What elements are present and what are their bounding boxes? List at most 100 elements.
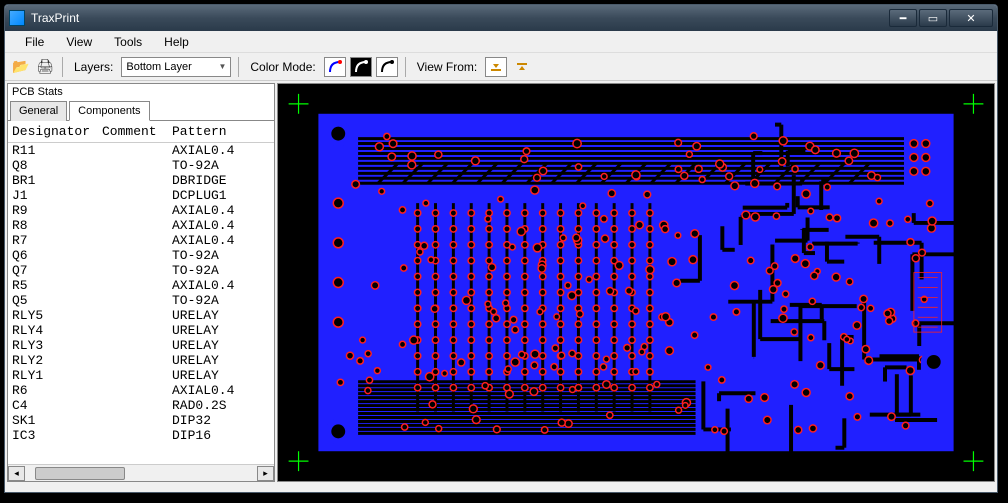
minimize-button[interactable]: ━ (889, 9, 917, 27)
pcb-viewport[interactable] (277, 83, 995, 482)
tab-components[interactable]: Components (69, 101, 149, 121)
cell-pattern: TO-92A (172, 248, 270, 263)
cell-designator: C4 (12, 398, 102, 413)
horizontal-scrollbar[interactable]: ◂ ▸ (8, 464, 274, 481)
cell-comment (102, 278, 172, 293)
cell-pattern: RAD0.2S (172, 398, 270, 413)
menu-help[interactable]: Help (154, 33, 199, 51)
cell-comment (102, 203, 172, 218)
table-row[interactable]: Q7TO-92A (8, 263, 274, 278)
cell-designator: RLY3 (12, 338, 102, 353)
cell-pattern: DIP16 (172, 428, 270, 443)
cell-designator: RLY1 (12, 368, 102, 383)
table-row[interactable]: RLY2 URELAY (8, 353, 274, 368)
cell-pattern: TO-92A (172, 293, 270, 308)
cell-comment (102, 383, 172, 398)
header-pattern[interactable]: Pattern (172, 124, 270, 139)
colormode-color-button[interactable] (324, 57, 346, 77)
titlebar[interactable]: TraxPrint ━ ▭ ✕ (5, 5, 997, 31)
panel-title: PCB Stats (8, 84, 274, 100)
table-row[interactable]: R11AXIAL0.4 (8, 143, 274, 158)
cell-comment (102, 338, 172, 353)
app-icon (9, 10, 25, 26)
table-row[interactable]: R7 AXIAL0.4 (8, 233, 274, 248)
table-row[interactable]: RLY3URELAY (8, 338, 274, 353)
cell-designator: Q8 (12, 158, 102, 173)
maximize-button[interactable]: ▭ (919, 9, 947, 27)
colormode-mono-button[interactable] (376, 57, 398, 77)
close-button[interactable]: ✕ (949, 9, 993, 27)
table-row[interactable]: R9AXIAL0.4 (8, 203, 274, 218)
table-row[interactable]: C4 RAD0.2S (8, 398, 274, 413)
cell-comment (102, 323, 172, 338)
table-row[interactable]: IC3DIP16 (8, 428, 274, 443)
table-header: Designator Comment Pattern (8, 121, 274, 143)
table-row[interactable]: J1 DCPLUG1 (8, 188, 274, 203)
scroll-thumb[interactable] (35, 467, 125, 480)
viewfrom-top-button[interactable] (485, 57, 507, 77)
table-row[interactable]: Q8 TO-92A (8, 158, 274, 173)
cell-comment (102, 293, 172, 308)
cell-comment (102, 173, 172, 188)
statusbar (5, 484, 997, 492)
scroll-track[interactable] (25, 466, 257, 481)
cell-pattern: AXIAL0.4 (172, 233, 270, 248)
menubar: File View Tools Help (5, 31, 997, 53)
cell-designator: R5 (12, 278, 102, 293)
cell-designator: J1 (12, 188, 102, 203)
layer-select[interactable]: Bottom Layer ▼ (121, 57, 231, 77)
components-table[interactable]: R11AXIAL0.4Q8TO-92ABR1DBRIDGEJ1DCPLUG1R9… (8, 143, 274, 464)
viewfrom-bottom-button[interactable] (511, 57, 533, 77)
cell-pattern: AXIAL0.4 (172, 218, 270, 233)
cell-pattern: URELAY (172, 368, 270, 383)
cell-designator: R7 (12, 233, 102, 248)
table-row[interactable]: BR1 DBRIDGE (8, 173, 274, 188)
cell-designator: R6 (12, 383, 102, 398)
cell-comment (102, 413, 172, 428)
menu-tools[interactable]: Tools (104, 33, 152, 51)
cell-designator: BR1 (12, 173, 102, 188)
cell-pattern: DCPLUG1 (172, 188, 270, 203)
cell-designator: Q6 (12, 248, 102, 263)
header-designator[interactable]: Designator (12, 124, 102, 139)
cell-comment (102, 188, 172, 203)
cell-pattern: DIP32 (172, 413, 270, 428)
cell-comment (102, 398, 172, 413)
layer-selected-value: Bottom Layer (126, 61, 191, 73)
cell-pattern: DBRIDGE (172, 173, 270, 188)
cell-pattern: AXIAL0.4 (172, 203, 270, 218)
cell-pattern: TO-92A (172, 158, 270, 173)
scroll-right-button[interactable]: ▸ (257, 466, 274, 481)
cell-comment (102, 428, 172, 443)
colormode-dark-button[interactable] (350, 57, 372, 77)
cell-designator: RLY2 (12, 353, 102, 368)
print-icon[interactable]: 🖨 (35, 57, 55, 77)
open-icon[interactable]: 📂 (11, 57, 31, 77)
menu-file[interactable]: File (15, 33, 54, 51)
scroll-left-button[interactable]: ◂ (8, 466, 25, 481)
cell-designator: Q7 (12, 263, 102, 278)
cell-designator: SK1 (12, 413, 102, 428)
cell-comment (102, 248, 172, 263)
header-comment[interactable]: Comment (102, 124, 172, 139)
table-row[interactable]: R6AXIAL0.4 (8, 383, 274, 398)
table-row[interactable]: RLY4URELAY (8, 323, 274, 338)
menu-view[interactable]: View (56, 33, 102, 51)
cell-designator: RLY5 (12, 308, 102, 323)
table-row[interactable]: Q5TO-92A (8, 293, 274, 308)
table-row[interactable]: SK1 DIP32 (8, 413, 274, 428)
chevron-down-icon: ▼ (218, 62, 226, 71)
pcb-stats-panel: PCB Stats General Components Designator … (7, 83, 275, 482)
window-title: TraxPrint (31, 11, 79, 25)
table-row[interactable]: R8AXIAL0.4 (8, 218, 274, 233)
cell-comment (102, 353, 172, 368)
cell-pattern: URELAY (172, 353, 270, 368)
table-row[interactable]: RLY5URELAY (8, 308, 274, 323)
tab-general[interactable]: General (10, 101, 67, 121)
cell-pattern: URELAY (172, 323, 270, 338)
table-row[interactable]: Q6 TO-92A (8, 248, 274, 263)
cell-pattern: AXIAL0.4 (172, 278, 270, 293)
cell-designator: R11 (12, 143, 102, 158)
table-row[interactable]: R5 AXIAL0.4 (8, 278, 274, 293)
table-row[interactable]: RLY1 URELAY (8, 368, 274, 383)
